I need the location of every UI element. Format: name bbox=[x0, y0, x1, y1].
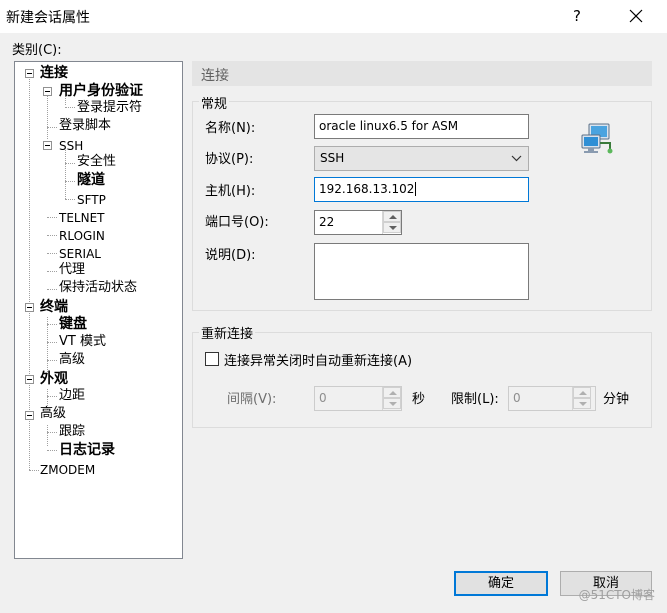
auto-reconnect-checkbox[interactable] bbox=[205, 352, 219, 366]
tree-item-user-auth[interactable]: 用户身份验证 bbox=[59, 82, 143, 100]
tree-item-connection[interactable]: 连接 bbox=[40, 64, 68, 82]
tree-item-terminal[interactable]: 终端 bbox=[40, 298, 68, 316]
tree-line bbox=[47, 396, 57, 397]
protocol-label: 协议(P): bbox=[205, 152, 254, 167]
tree-line bbox=[47, 360, 57, 361]
category-tree[interactable]: 连接 用户身份验证 登录提示符 登录脚本 SSH 安全性 隧道 SFTP TEL… bbox=[14, 61, 183, 559]
ok-button[interactable]: 确定 bbox=[454, 571, 548, 596]
tree-item-telnet[interactable]: TELNET bbox=[59, 209, 105, 227]
tree-line bbox=[65, 107, 75, 108]
tree-line bbox=[65, 150, 66, 199]
tree-item-vt-mode[interactable]: VT 模式 bbox=[59, 333, 106, 351]
auto-reconnect-label: 连接异常关闭时自动重新连接(A) bbox=[224, 354, 413, 369]
limit-spinner[interactable] bbox=[572, 387, 591, 410]
help-button[interactable]: ? bbox=[566, 5, 588, 27]
tree-item-trace[interactable]: 跟踪 bbox=[59, 423, 85, 441]
tree-line bbox=[47, 235, 57, 236]
tree-line bbox=[47, 432, 57, 433]
tree-item-advanced[interactable]: 高级 bbox=[40, 405, 66, 423]
tree-item-margins[interactable]: 边距 bbox=[59, 387, 85, 405]
close-icon bbox=[629, 9, 643, 23]
tree-item-keepalive[interactable]: 保持活动状态 bbox=[59, 279, 137, 297]
tree-item-terminal-advanced[interactable]: 高级 bbox=[59, 351, 85, 369]
tree-item-rlogin[interactable]: RLOGIN bbox=[59, 227, 105, 245]
tree-item-zmodem[interactable]: ZMODEM bbox=[40, 461, 95, 479]
limit-label: 限制(L): bbox=[451, 392, 499, 407]
collapse-icon[interactable] bbox=[25, 411, 34, 420]
window-title: 新建会话属性 bbox=[6, 10, 90, 26]
spin-up-icon[interactable] bbox=[383, 387, 401, 398]
tree-line bbox=[47, 253, 57, 254]
chevron-down-icon bbox=[511, 155, 522, 162]
category-label: 类别(C): bbox=[12, 43, 62, 58]
tree-line bbox=[47, 271, 57, 272]
text-cursor bbox=[415, 182, 417, 196]
general-group-title: 常规 bbox=[199, 93, 230, 112]
collapse-icon[interactable] bbox=[25, 375, 34, 384]
tree-item-logging[interactable]: 日志记录 bbox=[59, 441, 115, 459]
network-computer-icon bbox=[581, 123, 613, 154]
section-header bbox=[192, 61, 652, 86]
description-field[interactable] bbox=[314, 243, 529, 300]
spin-up-icon[interactable] bbox=[573, 387, 591, 398]
interval-label: 间隔(V): bbox=[227, 392, 277, 407]
tree-line bbox=[47, 342, 57, 343]
watermark: @51CTO博客 bbox=[578, 588, 655, 602]
tree-item-login-script[interactable]: 登录脚本 bbox=[59, 117, 111, 135]
spin-down-icon[interactable] bbox=[383, 222, 401, 233]
interval-unit: 秒 bbox=[412, 392, 426, 407]
tree-item-appearance[interactable]: 外观 bbox=[40, 370, 68, 388]
host-field[interactable]: 192.168.13.102 bbox=[314, 177, 529, 202]
protocol-value: SSH bbox=[320, 151, 345, 165]
tree-line bbox=[47, 450, 57, 451]
tree-line bbox=[47, 127, 57, 128]
spin-down-icon[interactable] bbox=[383, 398, 401, 409]
description-label: 说明(D): bbox=[205, 248, 256, 263]
port-spinner[interactable] bbox=[382, 211, 401, 234]
port-label: 端口号(O): bbox=[205, 215, 269, 230]
tree-line bbox=[47, 324, 57, 325]
protocol-select[interactable]: SSH bbox=[314, 146, 529, 171]
host-label: 主机(H): bbox=[205, 184, 256, 199]
reconnect-group-title: 重新连接 bbox=[199, 323, 256, 342]
close-button[interactable] bbox=[622, 3, 650, 29]
tree-item-keyboard[interactable]: 键盘 bbox=[59, 315, 87, 333]
name-field[interactable]: oracle linux6.5 for ASM bbox=[314, 114, 529, 139]
spin-up-icon[interactable] bbox=[383, 211, 401, 222]
tree-line bbox=[47, 91, 48, 139]
tree-item-security[interactable]: 安全性 bbox=[77, 153, 116, 171]
tree-line bbox=[47, 289, 57, 290]
tree-line bbox=[65, 181, 75, 182]
name-label: 名称(N): bbox=[205, 121, 256, 136]
spin-down-icon[interactable] bbox=[573, 398, 591, 409]
tree-line bbox=[47, 425, 48, 446]
collapse-icon[interactable] bbox=[25, 303, 34, 312]
limit-unit: 分钟 bbox=[603, 392, 630, 407]
reconnect-group bbox=[192, 332, 652, 428]
tree-line bbox=[47, 217, 57, 218]
tree-item-tunnel[interactable]: 隧道 bbox=[77, 171, 105, 189]
tree-item-login-prompts[interactable]: 登录提示符 bbox=[77, 99, 142, 117]
tree-line bbox=[29, 470, 39, 471]
tree-line bbox=[65, 163, 75, 164]
tree-line bbox=[65, 199, 75, 200]
section-title: 连接 bbox=[201, 68, 229, 84]
interval-spinner[interactable] bbox=[382, 387, 401, 410]
collapse-icon[interactable] bbox=[25, 69, 34, 78]
tree-line bbox=[47, 317, 48, 374]
host-value: 192.168.13.102 bbox=[319, 182, 415, 196]
tree-item-sftp[interactable]: SFTP bbox=[77, 191, 106, 209]
collapse-icon[interactable] bbox=[43, 87, 52, 96]
collapse-icon[interactable] bbox=[43, 141, 52, 150]
tree-item-proxy[interactable]: 代理 bbox=[59, 261, 85, 279]
